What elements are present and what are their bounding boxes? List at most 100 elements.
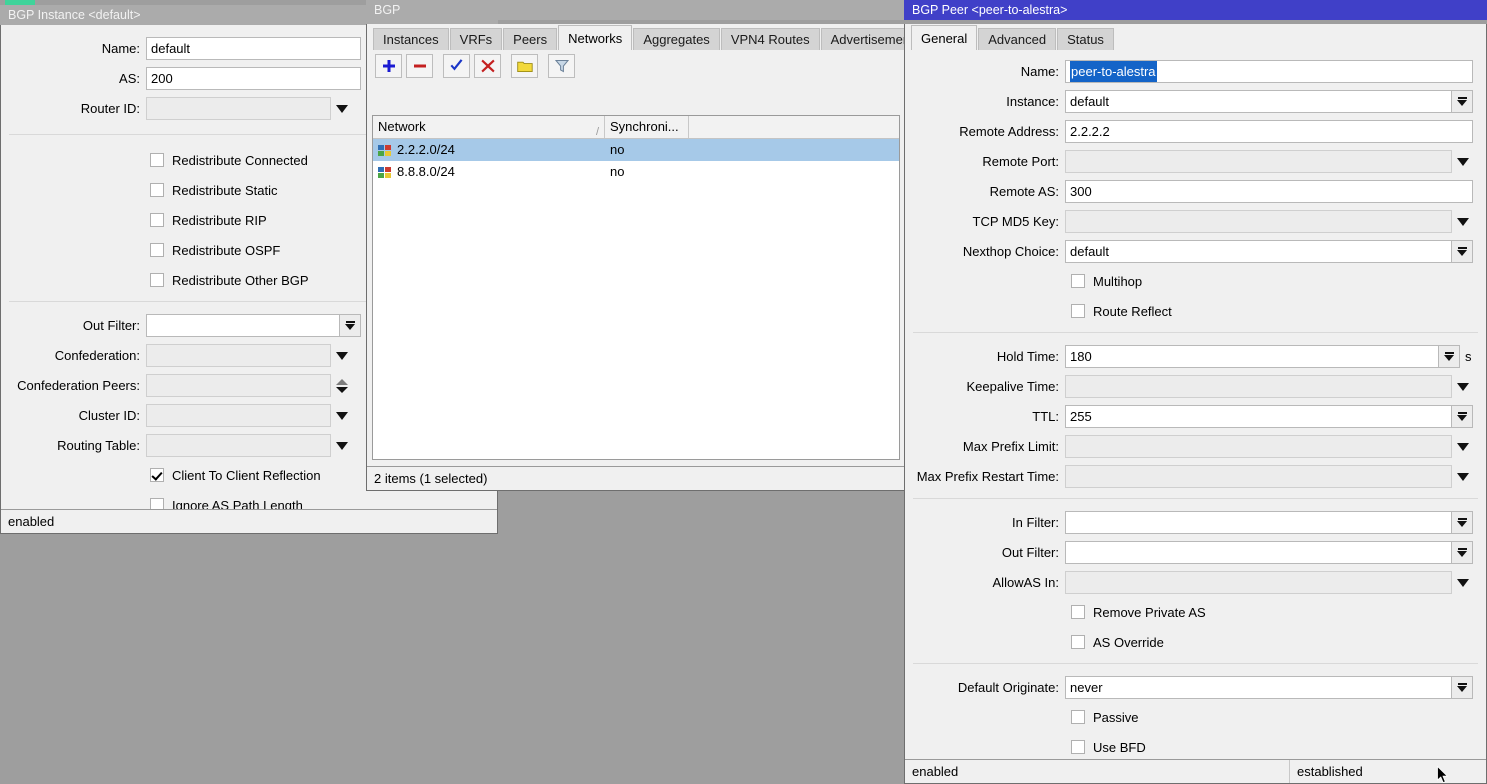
instance-cluster-id-input[interactable] — [146, 404, 331, 427]
tab-status[interactable]: Status — [1057, 28, 1114, 50]
peer-nexthop-choice-field[interactable]: default — [1065, 240, 1473, 263]
bgp-titlebar[interactable]: BGP — [366, 0, 906, 20]
enable-button[interactable] — [443, 54, 470, 78]
checkbox-box[interactable] — [1071, 274, 1085, 288]
instance-routing-table-field[interactable] — [146, 434, 352, 457]
combo-dropdown-icon[interactable] — [1439, 345, 1460, 368]
instance-confederation-peers-input[interactable] — [146, 374, 331, 397]
checkbox-box[interactable] — [1071, 740, 1085, 754]
peer-keepalive-time-input[interactable] — [1065, 375, 1452, 398]
tab-instances[interactable]: Instances — [373, 28, 449, 50]
peer-in-filter-input[interactable] — [1065, 511, 1452, 534]
comment-button[interactable] — [511, 54, 538, 78]
combo-dropdown-icon[interactable] — [1452, 240, 1473, 263]
tab-general[interactable]: General — [911, 25, 977, 50]
peer-ttl-input[interactable]: 255 — [1065, 405, 1452, 428]
tab-peers[interactable]: Peers — [503, 28, 557, 50]
checkbox-box[interactable] — [150, 183, 164, 197]
peer-ttl-field[interactable]: 255 — [1065, 405, 1473, 428]
instance-out-filter-input[interactable] — [146, 314, 340, 337]
checkbox-route-reflect[interactable]: Route Reflect — [1071, 300, 1486, 322]
peer-default-originate-field[interactable]: never — [1065, 676, 1473, 699]
instance-confederation-peers-field[interactable] — [146, 374, 352, 397]
instance-name-input[interactable]: default — [146, 37, 361, 60]
chevron-down-icon[interactable] — [1452, 375, 1473, 398]
peer-instance-input[interactable]: default — [1065, 90, 1452, 113]
instance-as-input[interactable]: 200 — [146, 67, 361, 90]
tab-vrfs[interactable]: VRFs — [450, 28, 503, 50]
checkbox-box[interactable] — [150, 213, 164, 227]
checkbox-remove-private-as[interactable]: Remove Private AS — [1071, 601, 1486, 623]
peer-hold-time-field[interactable]: 180 s — [1065, 345, 1472, 368]
spinner-up-down-icon[interactable] — [331, 374, 352, 397]
instance-as-field[interactable]: 200 — [146, 67, 361, 90]
peer-remote-address-field[interactable]: 2.2.2.2 — [1065, 120, 1473, 143]
checkbox-multihop[interactable]: Multihop — [1071, 270, 1486, 292]
instance-out-filter-field[interactable] — [146, 314, 361, 337]
peer-remote-as-field[interactable]: 300 — [1065, 180, 1473, 203]
peer-hold-time-input[interactable]: 180 — [1065, 345, 1439, 368]
instance-confederation-input[interactable] — [146, 344, 331, 367]
peer-default-originate-input[interactable]: never — [1065, 676, 1452, 699]
peer-out-filter-input[interactable] — [1065, 541, 1452, 564]
add-button[interactable] — [375, 54, 402, 78]
chevron-down-icon[interactable] — [331, 97, 352, 120]
peer-max-prefix-limit-field[interactable] — [1065, 435, 1473, 458]
peer-tcp-md5-key-input[interactable] — [1065, 210, 1452, 233]
checkbox-box[interactable] — [1071, 635, 1085, 649]
instance-cluster-id-field[interactable] — [146, 404, 352, 427]
peer-allowas-in-field[interactable] — [1065, 571, 1473, 594]
tab-aggregates[interactable]: Aggregates — [633, 28, 720, 50]
checkbox-box[interactable] — [1071, 605, 1085, 619]
peer-max-prefix-limit-input[interactable] — [1065, 435, 1452, 458]
checkbox-box[interactable] — [150, 243, 164, 257]
column-header-network[interactable]: Network / — [373, 116, 605, 138]
tab-networks[interactable]: Networks — [558, 25, 632, 50]
checkbox-box[interactable] — [1071, 304, 1085, 318]
table-row[interactable]: 2.2.2.0/24 no — [373, 139, 899, 161]
table-row[interactable]: 8.8.8.0/24 no — [373, 161, 899, 183]
instance-router-id-input[interactable] — [146, 97, 331, 120]
chevron-down-icon[interactable] — [1452, 465, 1473, 488]
peer-remote-port-input[interactable] — [1065, 150, 1452, 173]
chevron-down-icon[interactable] — [1452, 571, 1473, 594]
peer-in-filter-field[interactable] — [1065, 511, 1473, 534]
chevron-down-icon[interactable] — [1452, 210, 1473, 233]
chevron-down-icon[interactable] — [331, 404, 352, 427]
chevron-down-icon[interactable] — [1452, 435, 1473, 458]
checkbox-passive[interactable]: Passive — [1071, 706, 1486, 728]
checkbox-box[interactable] — [1071, 710, 1085, 724]
filter-button[interactable] — [548, 54, 575, 78]
checkbox-box[interactable] — [150, 153, 164, 167]
instance-router-id-field[interactable] — [146, 97, 352, 120]
peer-name-input[interactable]: peer-to-alestra — [1065, 60, 1473, 83]
peer-remote-as-input[interactable]: 300 — [1065, 180, 1473, 203]
peer-tcp-md5-key-field[interactable] — [1065, 210, 1473, 233]
peer-out-filter-field[interactable] — [1065, 541, 1473, 564]
checkbox-use-bfd[interactable]: Use BFD — [1071, 736, 1486, 758]
peer-remote-address-input[interactable]: 2.2.2.2 — [1065, 120, 1473, 143]
instance-name-field[interactable]: default — [146, 37, 361, 60]
column-header-synchronize[interactable]: Synchroni... — [605, 116, 689, 138]
peer-nexthop-choice-input[interactable]: default — [1065, 240, 1452, 263]
combo-dropdown-icon[interactable] — [1452, 676, 1473, 699]
combo-dropdown-icon[interactable] — [1452, 405, 1473, 428]
disable-button[interactable] — [474, 54, 501, 78]
chevron-down-icon[interactable] — [331, 344, 352, 367]
peer-max-prefix-restart-field[interactable] — [1065, 465, 1473, 488]
checkbox-box[interactable] — [150, 468, 164, 482]
peer-keepalive-time-field[interactable] — [1065, 375, 1473, 398]
tab-advanced[interactable]: Advanced — [978, 28, 1056, 50]
checkbox-box[interactable] — [150, 273, 164, 287]
peer-name-field[interactable]: peer-to-alestra — [1065, 60, 1473, 83]
instance-confederation-field[interactable] — [146, 344, 352, 367]
peer-remote-port-field[interactable] — [1065, 150, 1473, 173]
tab-vpn4-routes[interactable]: VPN4 Routes — [721, 28, 820, 50]
instance-routing-table-input[interactable] — [146, 434, 331, 457]
combo-dropdown-icon[interactable] — [1452, 541, 1473, 564]
peer-allowas-in-input[interactable] — [1065, 571, 1452, 594]
chevron-down-icon[interactable] — [331, 434, 352, 457]
combo-dropdown-icon[interactable] — [1452, 511, 1473, 534]
chevron-down-icon[interactable] — [1452, 150, 1473, 173]
combo-dropdown-icon[interactable] — [340, 314, 361, 337]
